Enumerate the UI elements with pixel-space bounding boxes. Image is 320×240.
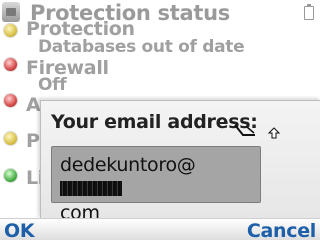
dialog-label: Your email address:: [51, 111, 258, 133]
shift-arrow-icon: [268, 127, 280, 139]
screen: Protection status Protection Databases o…: [0, 0, 320, 240]
pen-input-icon: [234, 124, 255, 136]
email-dialog: Your email address: dedekuntoro@ com: [40, 100, 320, 224]
list-item-title: P: [26, 130, 40, 152]
email-input[interactable]: dedekuntoro@ com: [51, 146, 261, 224]
cancel-button[interactable]: Cancel: [247, 220, 316, 240]
status-dot-icon: [4, 58, 17, 71]
list-item-subtitle: Databases out of date: [38, 37, 245, 57]
list-item-protection[interactable]: Protection Databases out of date: [0, 18, 320, 60]
softkey-bar: OK Cancel: [0, 218, 320, 240]
redacted-segment: [60, 181, 122, 196]
status-dot-icon: [4, 94, 17, 107]
status-dot-icon: [4, 24, 17, 37]
battery-icon: [304, 4, 314, 20]
status-dot-icon: [4, 169, 17, 182]
protection-app-icon: [2, 2, 20, 22]
list-item-title: A: [26, 94, 41, 116]
status-dot-icon: [4, 132, 17, 145]
email-input-visible: dedekuntoro@: [60, 154, 196, 176]
ok-button[interactable]: OK: [4, 220, 35, 240]
email-input-text[interactable]: dedekuntoro@ com: [60, 153, 256, 225]
